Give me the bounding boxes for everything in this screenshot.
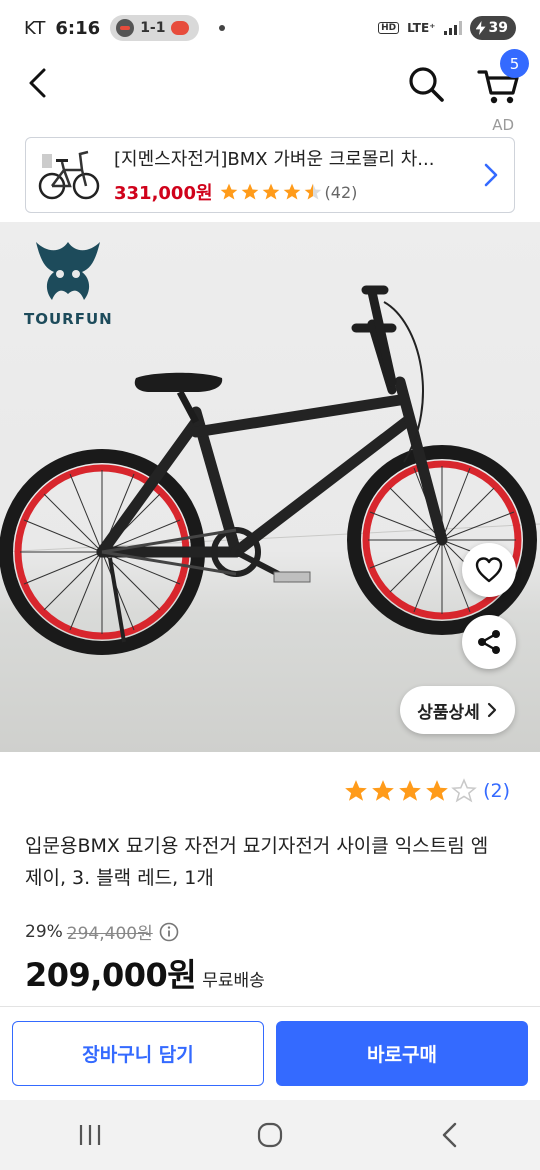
divider	[0, 1006, 540, 1007]
team-logo-icon	[116, 19, 135, 37]
product-rating[interactable]: (2)	[343, 778, 510, 804]
price-row: 209,000원 무료배송	[25, 950, 265, 996]
team-logo-icon	[171, 21, 190, 35]
product-detail-label: 상품상세	[417, 702, 480, 723]
hd-voice-icon: HD	[378, 22, 400, 34]
ad-review-count: (42)	[324, 182, 358, 202]
battery-indicator: 39	[469, 16, 516, 40]
wishlist-button[interactable]	[462, 543, 516, 597]
system-back-icon	[442, 1122, 457, 1148]
battery-level: 39	[488, 20, 508, 36]
clock: 6:16	[55, 17, 101, 39]
ad-price: 331,000원	[114, 183, 213, 204]
ad-product-thumbnail	[38, 150, 100, 200]
product-title: 입문용BMX 묘기용 자전거 묘기자전거 사이클 익스트림 엠제이, 3. 블랙…	[25, 835, 489, 889]
discount-rate: 29%	[25, 921, 63, 942]
status-bar: KT 6:16 1-1 HD LTE⁺ 39	[0, 0, 540, 56]
ad-banner[interactable]: [지멘스자전거]BMX 가벼운 크로몰리 차... 331,000원 (42)	[25, 137, 515, 213]
share-button[interactable]	[462, 615, 516, 669]
shipping-label: 무료배송	[202, 971, 265, 991]
star-icon	[262, 183, 279, 200]
status-left: KT 6:16 1-1	[24, 15, 226, 41]
live-score-badge: 1-1	[110, 15, 200, 41]
carrier-label: KT	[24, 17, 46, 39]
back-arrow-icon[interactable]	[22, 66, 56, 100]
recents-button[interactable]	[60, 1115, 120, 1155]
cart-count-badge[interactable]: 5	[500, 49, 529, 78]
chevron-right-icon[interactable]	[480, 162, 500, 188]
network-type: LTE⁺	[407, 21, 436, 35]
original-price: 294,400원	[66, 924, 153, 944]
chevron-right-icon	[487, 702, 496, 718]
charging-icon	[475, 21, 486, 35]
top-nav-bar	[0, 56, 540, 110]
half-star-icon	[304, 183, 321, 200]
star-icon	[345, 780, 367, 801]
ad-rating-stars	[219, 182, 323, 202]
bmx-bike-photo	[0, 285, 540, 655]
ad-price-row: 331,000원 (42)	[114, 179, 480, 205]
ad-title: [지멘스자전거]BMX 가벼운 크로몰리 차...	[114, 149, 435, 170]
star-icon	[372, 780, 394, 801]
home-icon	[257, 1122, 283, 1148]
system-back-button[interactable]	[420, 1115, 480, 1155]
star-icon	[399, 780, 421, 801]
recents-icon	[79, 1125, 101, 1145]
heart-icon	[475, 557, 503, 583]
share-icon	[478, 630, 500, 654]
review-count-link[interactable]: (2)	[483, 780, 510, 802]
buy-now-button[interactable]: 바로구매	[276, 1021, 528, 1086]
status-right: HD LTE⁺ 39	[378, 16, 516, 40]
add-to-cart-button[interactable]: 장바구니 담기	[12, 1021, 264, 1086]
home-button[interactable]	[240, 1115, 300, 1155]
product-rating-stars	[343, 778, 477, 804]
ad-text: [지멘스자전거]BMX 가벼운 크로몰리 차... 331,000원 (42)	[114, 145, 480, 205]
star-icon	[220, 183, 237, 200]
product-detail-button[interactable]: 상품상세	[400, 686, 515, 734]
ad-label: AD	[492, 116, 514, 134]
score-text: 1-1	[140, 20, 166, 36]
signal-icon	[443, 21, 462, 35]
system-nav-bar	[0, 1100, 540, 1170]
star-icon	[283, 183, 300, 200]
empty-star-icon	[451, 778, 477, 803]
discount-row: 29% 294,400원	[25, 919, 179, 944]
star-icon	[426, 780, 448, 801]
star-icon	[241, 183, 258, 200]
sale-price: 209,000원	[25, 956, 197, 994]
search-icon[interactable]	[406, 64, 446, 104]
notification-dot-icon	[219, 25, 226, 31]
product-image[interactable]: TOURFUN 상품상세	[0, 222, 540, 752]
info-icon[interactable]	[159, 922, 179, 942]
